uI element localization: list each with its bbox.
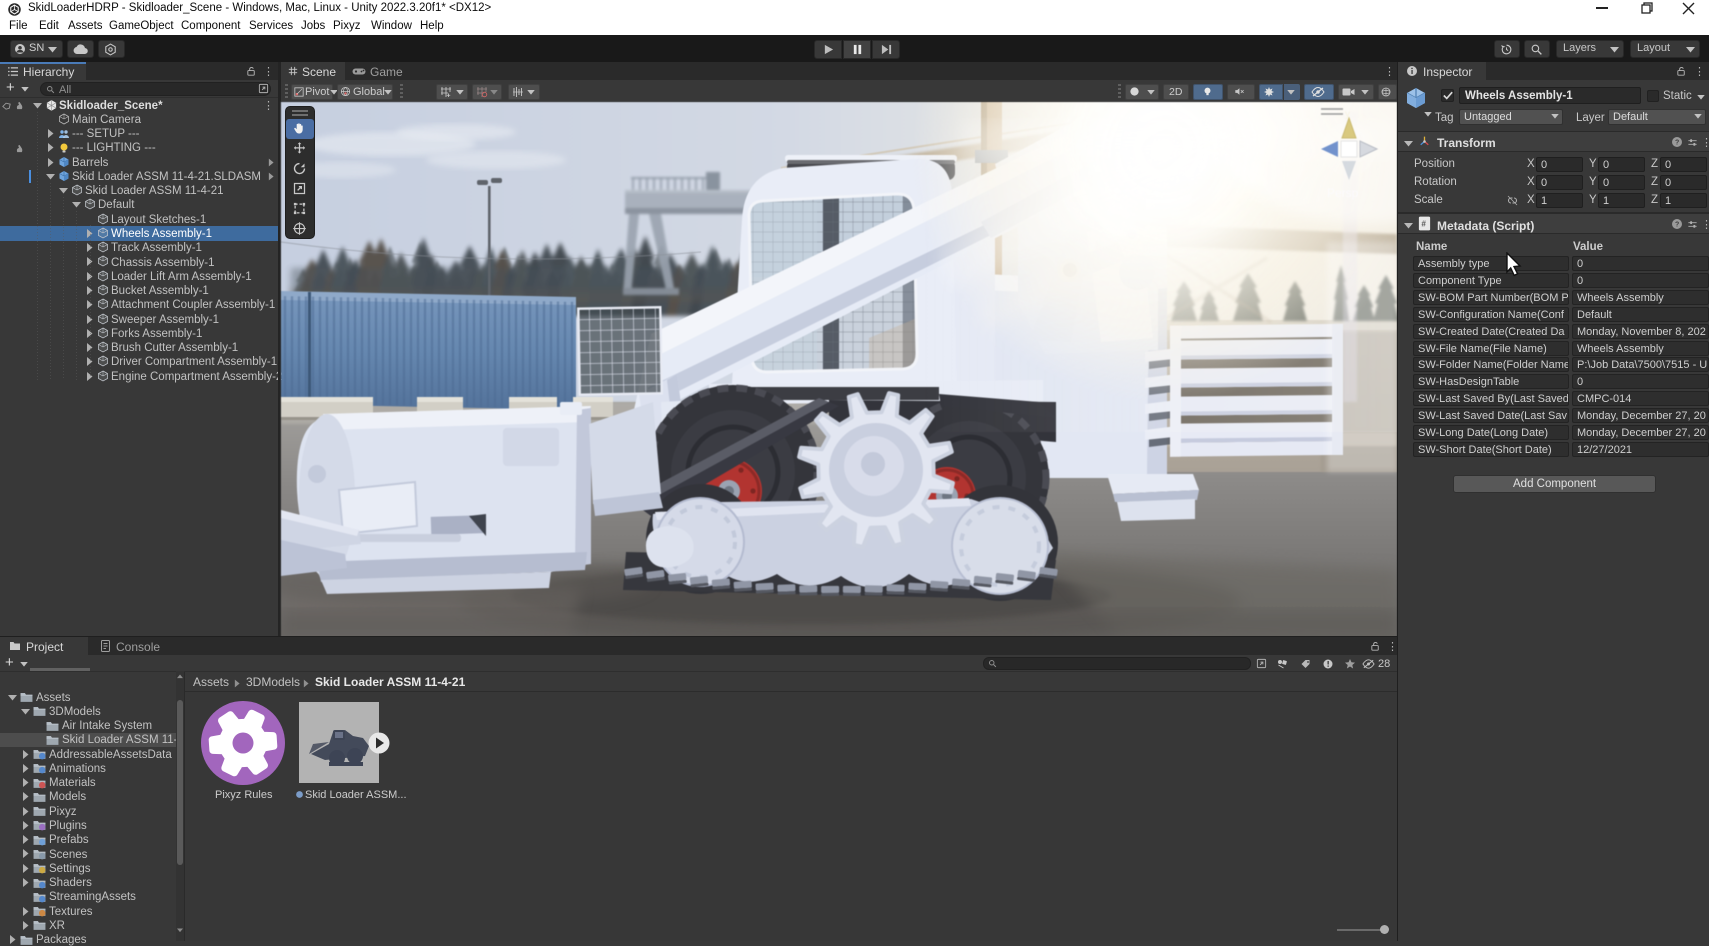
svg-text:?: ?	[1675, 222, 1679, 229]
svg-text:y: y	[1345, 109, 1350, 120]
svg-text:?: ?	[1675, 140, 1679, 147]
svg-text:#: #	[1421, 220, 1426, 229]
svg-text:Persp: Persp	[1327, 186, 1359, 200]
